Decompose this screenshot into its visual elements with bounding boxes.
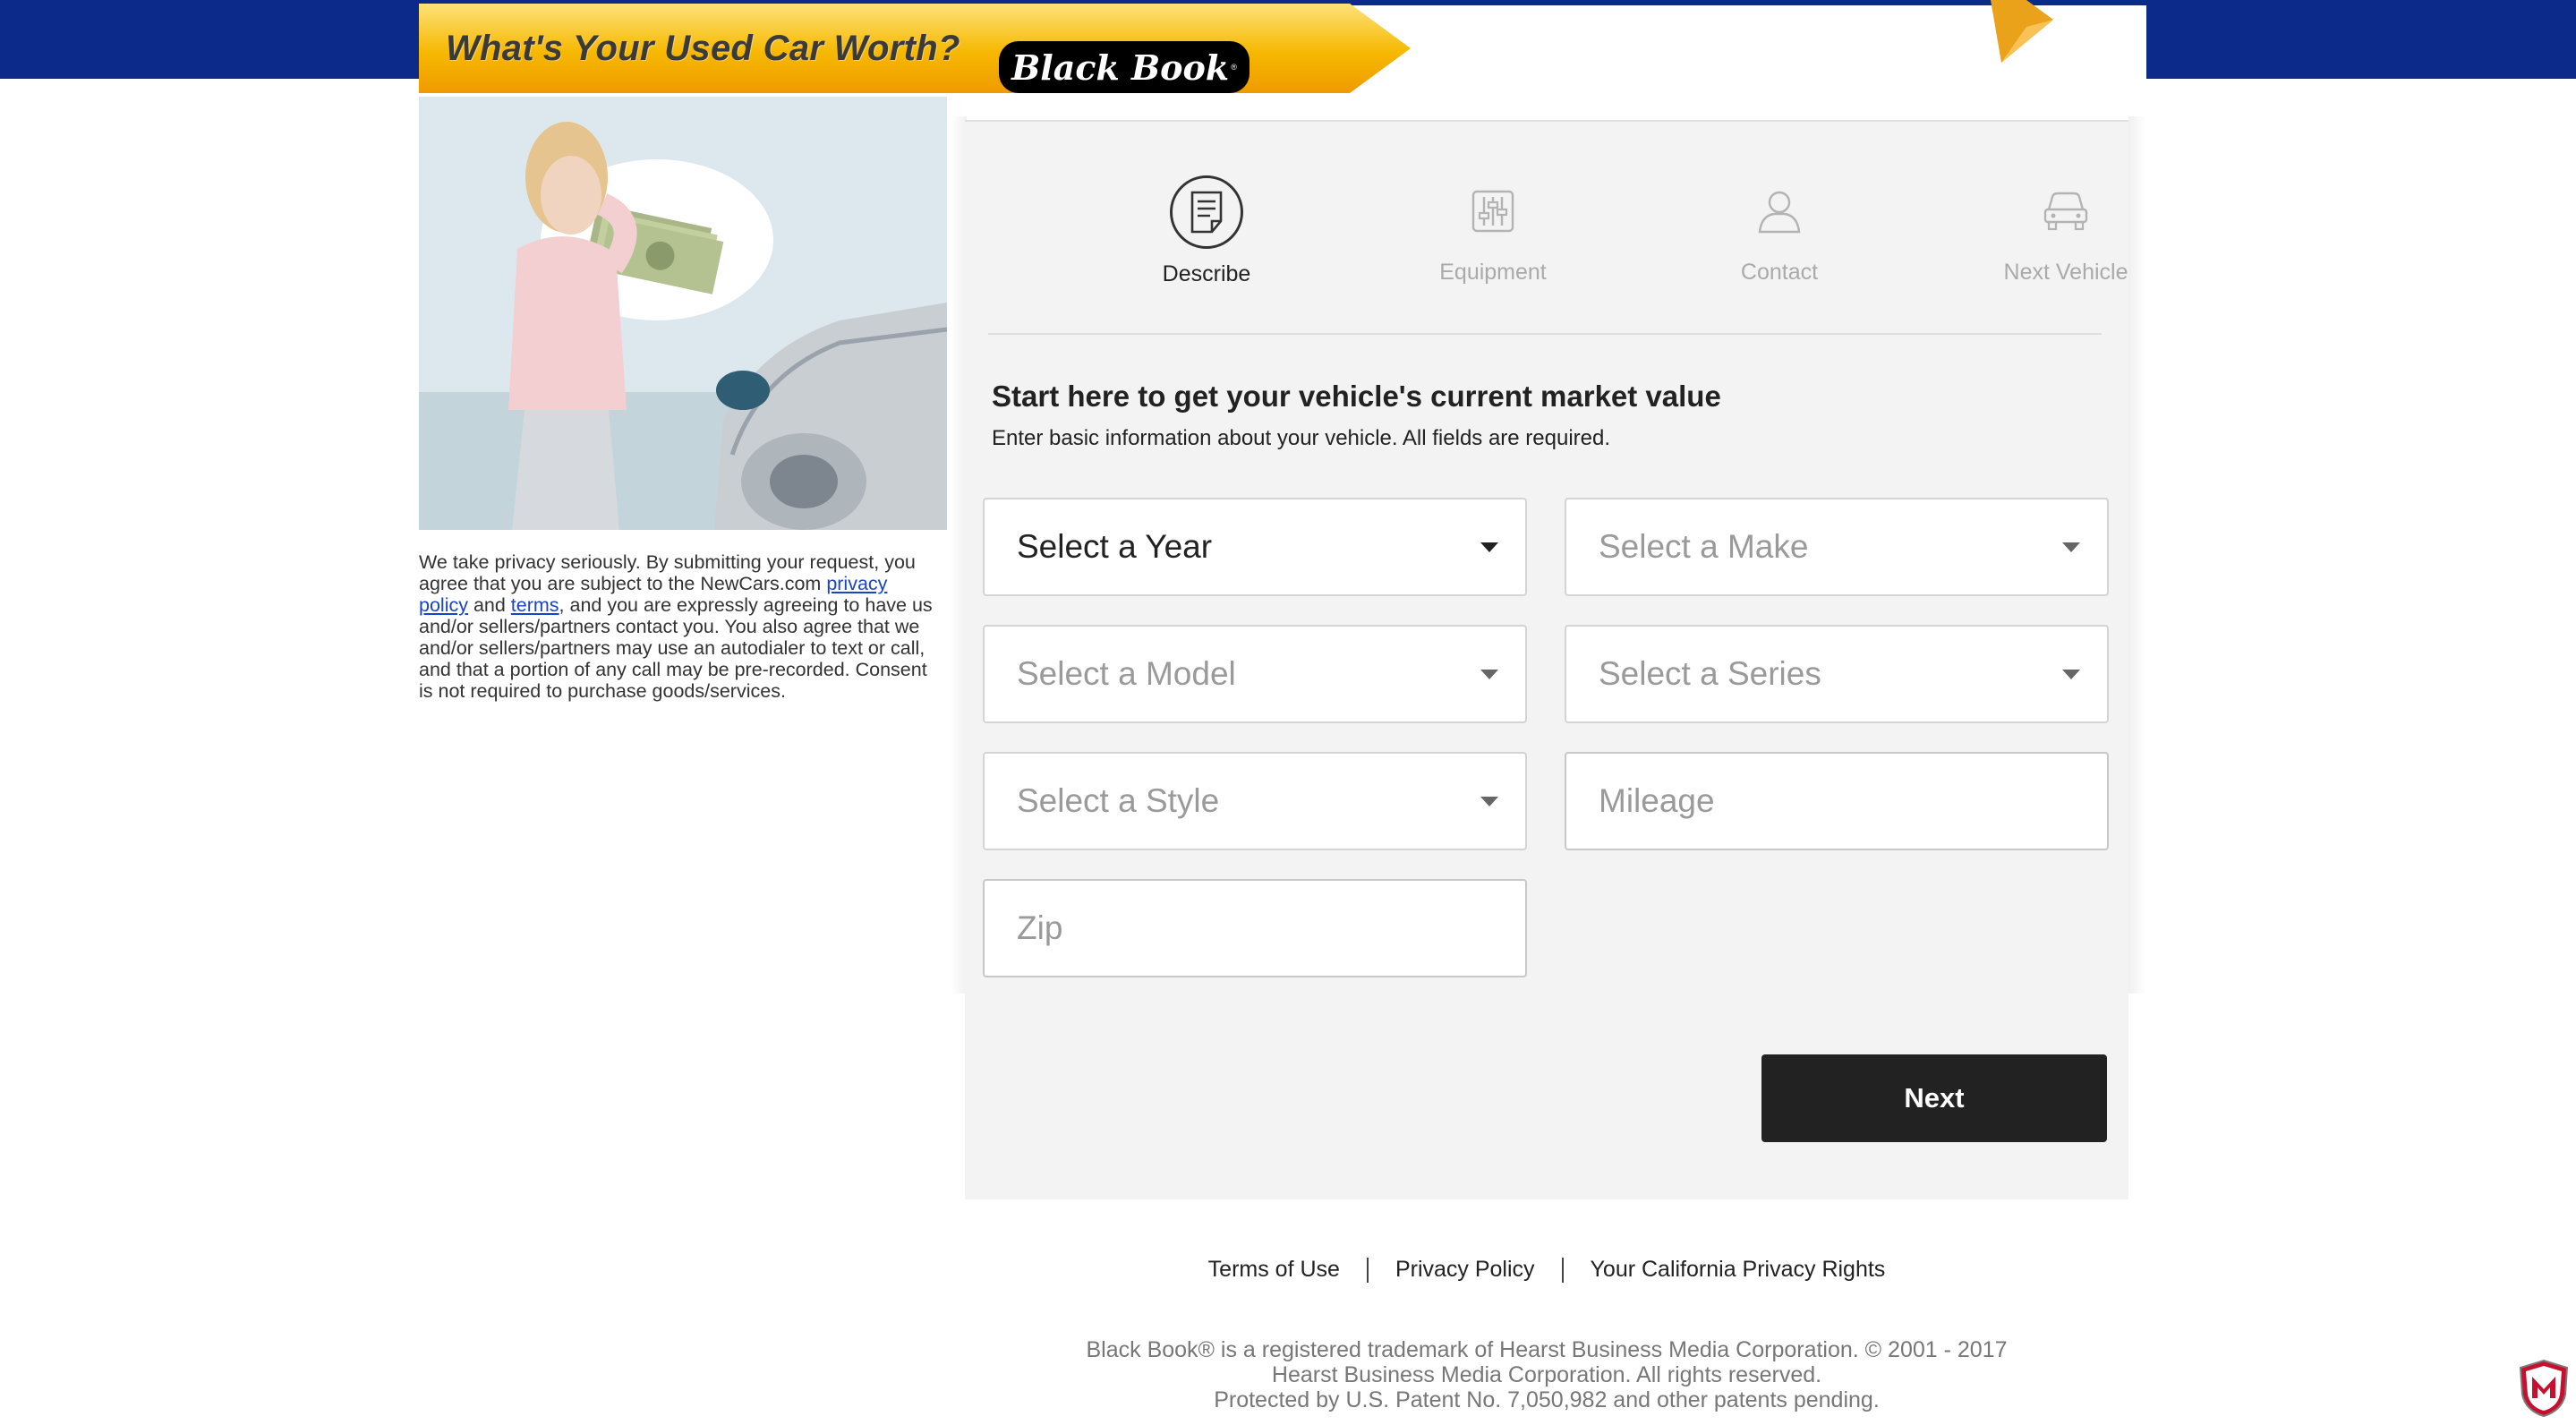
style-select-value: Select a Style [1017,782,1220,819]
privacy-policy-footer-link[interactable]: Privacy Policy [1369,1257,1562,1283]
series-select[interactable]: Select a Series [1565,625,2109,723]
chevron-down-icon [1480,669,1498,679]
legal-patent-text: Protected by U.S. Patent No. 7,050,982 a… [1214,1387,1880,1412]
privacy-text-2: and [467,594,511,616]
car-icon [2030,175,2102,247]
step-contact[interactable]: Contact [1636,175,1923,286]
hero-illustration [419,97,947,530]
mileage-field-wrapper [1565,752,2109,850]
zip-field-wrapper [983,879,1527,977]
privacy-notice: We take privacy seriously. By submitting… [419,551,933,702]
terms-link[interactable]: terms [511,594,559,616]
black-book-logo: Black Book ® [999,41,1250,93]
sliders-icon [1457,175,1529,247]
chevron-down-icon [1480,796,1498,806]
banner-title: What's Your Used Car Worth? [419,4,1411,93]
progress-steps: Describe Equipment Contact Next Vehicle [986,175,2128,292]
chevron-down-icon [1480,542,1498,552]
model-select-value: Select a Model [1017,655,1236,692]
step-label: Next Vehicle [2003,260,2128,285]
make-select[interactable]: Select a Make [1565,498,2109,596]
zip-input[interactable] [985,909,1525,948]
california-privacy-rights-link[interactable]: Your California Privacy Rights [1564,1257,1913,1283]
footer-links: Terms of Use Privacy Policy Your Califor… [965,1257,2128,1283]
logo-text: Black Book [1011,47,1230,88]
step-describe[interactable]: Describe [1063,175,1350,287]
chevron-down-icon [2062,669,2080,679]
step-label: Contact [1740,260,1819,285]
terms-of-use-link[interactable]: Terms of Use [1181,1257,1367,1283]
form-heading: Start here to get your vehicle's current… [992,380,1721,413]
logo-registered-mark: ® [1231,63,1237,72]
legal-trademark-text: Black Book® is a registered trademark of… [1086,1337,2008,1387]
make-select-value: Select a Make [1599,528,1809,565]
chevron-down-icon [2062,542,2080,552]
person-icon [1744,175,1815,247]
step-equipment[interactable]: Equipment [1350,175,1636,286]
year-select[interactable]: Select a Year [983,498,1527,596]
style-select[interactable]: Select a Style [983,752,1527,850]
year-select-value: Select a Year [1017,528,1213,565]
step-next-vehicle[interactable]: Next Vehicle [1923,175,2209,286]
next-button[interactable]: Next [1761,1054,2107,1142]
banner-title-text: What's Your Used Car Worth? [446,28,960,68]
document-icon [1170,175,1243,249]
form-subheading: Enter basic information about your vehic… [992,426,1611,450]
model-select[interactable]: Select a Model [983,625,1527,723]
mileage-input[interactable] [1566,781,2107,821]
steps-divider [988,333,2102,335]
corner-arrow-icon [1991,0,2053,63]
hero-image [419,97,947,530]
legal-notice: Black Book® is a registered trademark of… [1054,1337,2039,1412]
mcafee-shield-icon[interactable] [2517,1359,2571,1418]
step-label: Describe [1162,261,1251,286]
step-label: Equipment [1439,260,1547,285]
series-select-value: Select a Series [1599,655,1821,692]
